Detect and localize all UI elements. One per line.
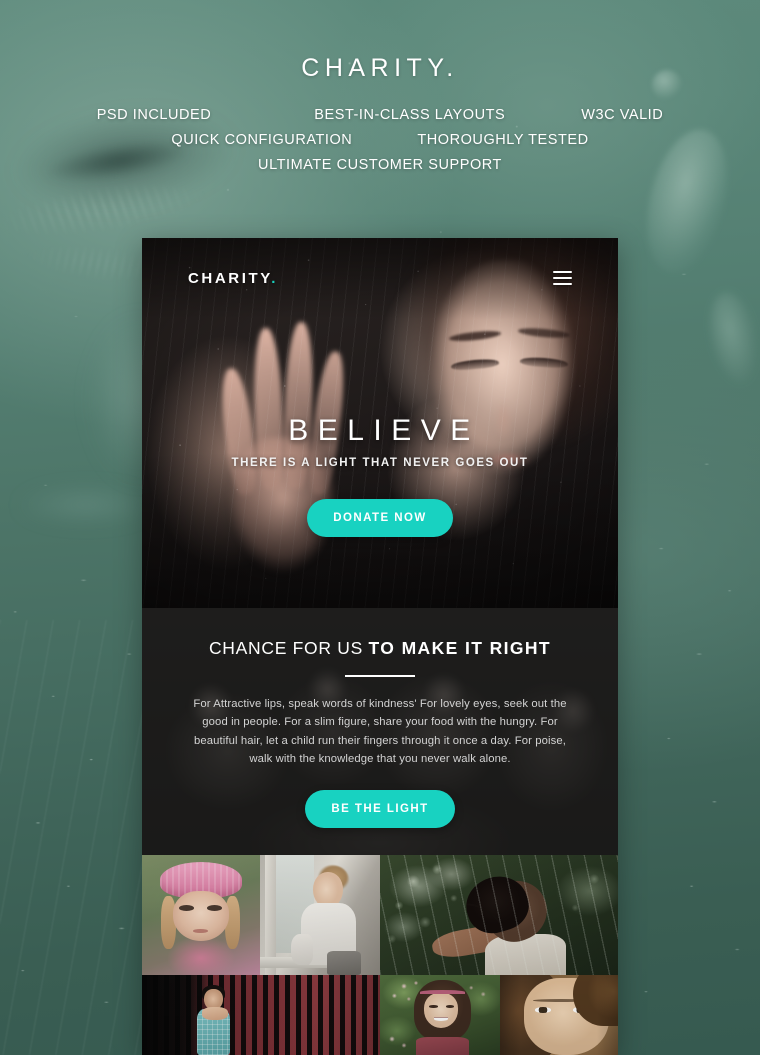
gallery-item-girl-looking-up-in-rain[interactable] [380,855,618,975]
gallery-item-girl-in-pink-knit-hat[interactable] [142,855,260,975]
about-content: CHANCE FOR US TO MAKE IT RIGHT For Attra… [142,638,618,829]
website-mockup: CHARITY. BELIEVE THERE IS A LIGHT THAT N… [142,238,618,1055]
mockup-logo-dot: . [271,269,278,287]
mockup-photo-gallery [142,855,618,1055]
donate-now-button[interactable]: DONATE NOW [307,499,453,537]
gallery-photo-5-shade [380,975,500,1055]
gallery-photo-2-shade [260,855,380,975]
hero-subheading: THERE IS A LIGHT THAT NEVER GOES OUT [231,457,529,469]
hamburger-bar-2 [553,276,572,280]
gallery-photo-1-shade [142,855,260,975]
about-heading-light: CHANCE FOR US [208,638,363,658]
about-heading: CHANCE FOR US TO MAKE IT RIGHT [182,638,578,659]
feature-row: QUICK CONFIGURATION THOROUGHLY TESTED [0,132,760,148]
hero-copy-block: BELIEVE THERE IS A LIGHT THAT NEVER GOES… [142,414,618,537]
about-cta-wrapper: BE THE LIGHT [182,790,578,829]
gallery-photo-6-shade [500,975,618,1055]
feature-item-quick-configuration: QUICK CONFIGURATION [171,132,353,148]
feature-item-best-in-class-layouts: BEST-IN-CLASS LAYOUTS [314,107,506,123]
feature-row: PSD INCLUDED BEST-IN-CLASS LAYOUTS W3C V… [0,107,760,123]
gallery-row-1 [142,855,618,975]
be-the-light-button[interactable]: BE THE LIGHT [305,790,455,829]
mockup-hero-section: CHARITY. BELIEVE THERE IS A LIGHT THAT N… [142,238,618,608]
mockup-about-section: CHANCE FOR US TO MAKE IT RIGHT For Attra… [142,608,618,855]
feature-list: PSD INCLUDED BEST-IN-CLASS LAYOUTS W3C V… [0,107,760,173]
hero-cta-wrapper: DONATE NOW [142,499,618,537]
hamburger-bar-1 [553,270,572,273]
page-title: CHARITY. [301,54,459,82]
feature-item-psd-included: PSD INCLUDED [96,107,212,123]
hamburger-bar-3 [553,283,572,286]
mockup-logo[interactable]: CHARITY. [188,270,278,287]
mockup-navbar: CHARITY. [142,238,618,318]
feature-item-w3c-valid: W3C VALID [581,107,664,123]
feature-row: ULTIMATE CUSTOMER SUPPORT [0,157,760,173]
feature-item-ultimate-customer-support: ULTIMATE CUSTOMER SUPPORT [258,157,502,173]
mockup-logo-text: CHARITY [188,269,272,287]
about-heading-bold: TO MAKE IT RIGHT [368,638,552,658]
gallery-item-baby-sitting-at-window[interactable] [260,855,380,975]
page-header: CHARITY. PSD INCLUDED BEST-IN-CLASS LAYO… [0,0,760,182]
gallery-item-close-up-girl-face[interactable] [500,975,618,1055]
gallery-photo-4-shade [142,975,380,1055]
hamburger-menu-icon[interactable] [553,270,572,286]
about-heading-divider [345,675,415,677]
feature-item-thoroughly-tested: THOROUGHLY TESTED [417,132,589,148]
gallery-item-child-by-red-slat-fence[interactable] [142,975,380,1055]
gallery-item-smiling-girl-with-flowers[interactable] [380,975,500,1055]
about-paragraph: For Attractive lips, speak words of kind… [193,698,567,765]
gallery-row-2 [142,975,618,1055]
hero-heading: BELIEVE [288,414,480,447]
gallery-photo-3-shade [380,855,618,975]
